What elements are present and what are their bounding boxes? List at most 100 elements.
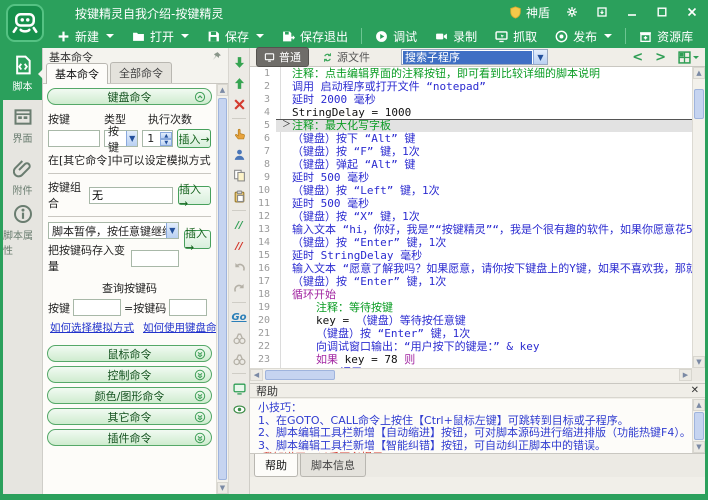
query-code-input[interactable] xyxy=(169,299,207,316)
paste-icon[interactable] xyxy=(231,188,247,204)
pause-mode-select[interactable]: 脚本暂停，按任意键继续▼ xyxy=(48,222,179,239)
key-combo-input[interactable] xyxy=(89,187,173,204)
code-vertical-scrollbar[interactable]: ▲ ▼ xyxy=(692,67,705,368)
redo-icon[interactable] xyxy=(231,280,247,296)
link-如何使用键盘命令[interactable]: 如何使用键盘命令 xyxy=(143,320,216,335)
toolbar-button-发布[interactable]: 发布 xyxy=(546,25,621,47)
toolbar-button-抓取[interactable]: 抓取 xyxy=(486,25,546,47)
code-horizontal-scrollbar[interactable]: ◀ ▶ xyxy=(250,368,692,381)
move-up-icon[interactable] xyxy=(231,75,247,91)
insert-combo-button[interactable]: 插入→ xyxy=(178,186,211,205)
scroll-thumb[interactable] xyxy=(694,412,704,440)
undo-icon[interactable] xyxy=(231,259,247,275)
code-line-16[interactable]: 16输入文本 “愿意了解我吗？如果愿意，请你按下键盘上的Y键，如果不喜欢我，那就… xyxy=(250,262,692,275)
code-line-2[interactable]: 2调用 启动程序或打开文件 “notepad” xyxy=(250,80,692,93)
scroll-up-icon[interactable]: ▲ xyxy=(217,84,228,96)
scroll-thumb[interactable] xyxy=(218,98,227,480)
minimize-to-tray-icon[interactable] xyxy=(594,4,610,20)
move-down-icon[interactable] xyxy=(231,54,247,70)
section-颜色/图形命令[interactable]: 颜色/图形命令 xyxy=(47,387,212,404)
panel-scrollbar[interactable]: ▲ ▼ xyxy=(216,84,228,494)
toolbar-button-资源库[interactable]: 资源库 xyxy=(630,25,702,47)
tab-基本命令[interactable]: 基本命令 xyxy=(46,63,108,84)
delete-icon[interactable] xyxy=(231,96,247,112)
goto-icon[interactable]: Go xyxy=(231,309,247,325)
scroll-down-icon[interactable]: ▼ xyxy=(217,482,228,494)
code-line-18[interactable]: 18循环开始 xyxy=(250,288,692,301)
eye-icon[interactable] xyxy=(231,401,247,417)
code-line-23[interactable]: 23如果 key = 78 则 xyxy=(250,353,692,366)
code-line-13[interactable]: 13输入文本 “hi，你好，我是”“按键精灵”“，我是个很有趣的软件，如果你愿意… xyxy=(250,223,692,236)
minimize-button[interactable] xyxy=(624,4,640,20)
code-line-11[interactable]: 11延时 500 毫秒 xyxy=(250,197,692,210)
layout-grid-icon[interactable] xyxy=(678,51,699,64)
sidebar-item-脚本[interactable]: 脚本 xyxy=(3,48,42,100)
toolbar-button-调试[interactable]: 调试 xyxy=(366,25,426,47)
code-line-15[interactable]: 15延时 StringDelay 毫秒 xyxy=(250,249,692,262)
nav-prev-icon[interactable]: < xyxy=(632,50,643,65)
code-line-20[interactable]: 20key = （键盘）等待按任意键 xyxy=(250,314,692,327)
code-line-9[interactable]: 9延时 500 毫秒 xyxy=(250,171,692,184)
subroutine-search-combo[interactable]: 搜索子程序 ▼ xyxy=(401,49,548,65)
tab-全部命令[interactable]: 全部命令 xyxy=(110,62,172,83)
toolbar-button-保存[interactable]: 保存 xyxy=(198,25,273,47)
code-line-21[interactable]: 21（键盘）按 “Enter” 键，1次 xyxy=(250,327,692,340)
code-line-10[interactable]: 10（键盘）按 “Left” 键，1次 xyxy=(250,184,692,197)
pin-icon[interactable] xyxy=(211,51,222,62)
help-scrollbar[interactable]: ▲ ▼ xyxy=(692,399,705,453)
scroll-up-icon[interactable]: ▲ xyxy=(693,399,705,411)
bottom-tab-帮助[interactable]: 帮助 xyxy=(254,454,298,477)
screen-icon[interactable] xyxy=(231,380,247,396)
code-line-3[interactable]: 3延时 2000 毫秒 xyxy=(250,93,692,106)
view-tab-普通[interactable]: 普通 xyxy=(256,47,309,67)
type-select[interactable]: 按键▼ xyxy=(104,130,138,147)
uncomment-icon[interactable]: // xyxy=(231,238,247,254)
code-line-5[interactable]: 5＞注释：最大化写字板 xyxy=(250,119,692,132)
scroll-down-icon[interactable]: ▼ xyxy=(693,441,705,453)
close-button[interactable] xyxy=(684,4,700,20)
scroll-left-icon[interactable]: ◀ xyxy=(250,369,263,381)
code-line-1[interactable]: 1注释：点击编辑界面的注释按钮，即可看到比较详细的脚本说明 xyxy=(250,67,692,80)
code-line-14[interactable]: 14（键盘）按 “Enter” 键，1次 xyxy=(250,236,692,249)
code-line-8[interactable]: 8（键盘）弹起 “Alt” 键 xyxy=(250,158,692,171)
code-line-6[interactable]: 6（键盘）按下 “Alt” 键 xyxy=(250,132,692,145)
section-控制命令[interactable]: 控制命令 xyxy=(47,366,212,383)
help-close-icon[interactable]: ✕ xyxy=(691,385,699,396)
step-up-icon[interactable]: ▲ xyxy=(160,132,172,139)
toolbar-button-新建[interactable]: 新建 xyxy=(48,25,123,47)
copy-icon[interactable] xyxy=(231,167,247,183)
section-鼠标命令[interactable]: 鼠标命令 xyxy=(47,345,212,362)
bottom-tab-脚本信息[interactable]: 脚本信息 xyxy=(300,454,366,477)
code-line-22[interactable]: 22向调试窗口输出：“用户按下的键是：” & key xyxy=(250,340,692,353)
settings-gear-icon[interactable] xyxy=(564,4,580,20)
section-其它命令[interactable]: 其它命令 xyxy=(47,408,212,425)
find-icon[interactable] xyxy=(231,330,247,346)
toolbar-button-录制[interactable]: 录制 xyxy=(426,25,486,47)
key-input[interactable] xyxy=(48,130,100,147)
scroll-up-icon[interactable]: ▲ xyxy=(693,67,705,79)
sidebar-item-脚本属性[interactable]: 脚本属性 xyxy=(3,204,42,256)
scroll-right-icon[interactable]: ▶ xyxy=(679,369,692,381)
find-next-icon[interactable] xyxy=(231,351,247,367)
query-key-input[interactable] xyxy=(73,299,121,316)
scroll-thumb[interactable] xyxy=(694,89,704,119)
code-line-7[interactable]: 7（键盘）按 “F” 键，1次 xyxy=(250,145,692,158)
section-keyboard-commands[interactable]: 键盘命令 xyxy=(47,88,212,105)
toolbar-button-保存退出[interactable]: 保存退出 xyxy=(273,25,357,47)
insert-pause-button[interactable]: 插入→ xyxy=(184,230,211,249)
sidebar-item-附件[interactable]: 附件 xyxy=(3,152,42,204)
shield-badge[interactable]: 神盾 xyxy=(509,4,550,21)
nav-next-icon[interactable]: > xyxy=(655,50,666,65)
link-如何选择模拟方式[interactable]: 如何选择模拟方式 xyxy=(50,320,134,335)
code-line-12[interactable]: 12（键盘）按 “X” 键，1次 xyxy=(250,210,692,223)
user-icon[interactable] xyxy=(231,146,247,162)
code-line-19[interactable]: 19注释：等待按键 xyxy=(250,301,692,314)
scroll-down-icon[interactable]: ▼ xyxy=(693,356,705,368)
code-area[interactable]: 1注释：点击编辑界面的注释按钮，即可看到比较详细的脚本说明2调用 启动程序或打开… xyxy=(250,67,692,368)
view-tab-源文件[interactable]: 源文件 xyxy=(315,47,377,67)
store-keycode-input[interactable] xyxy=(131,250,179,267)
scroll-thumb[interactable] xyxy=(265,370,335,380)
code-line-17[interactable]: 17（键盘）按 “Enter” 键，1次 xyxy=(250,275,692,288)
code-line-4[interactable]: 4StringDelay = 1000 xyxy=(250,106,692,119)
toolbar-button-打开[interactable]: 打开 xyxy=(123,25,198,47)
